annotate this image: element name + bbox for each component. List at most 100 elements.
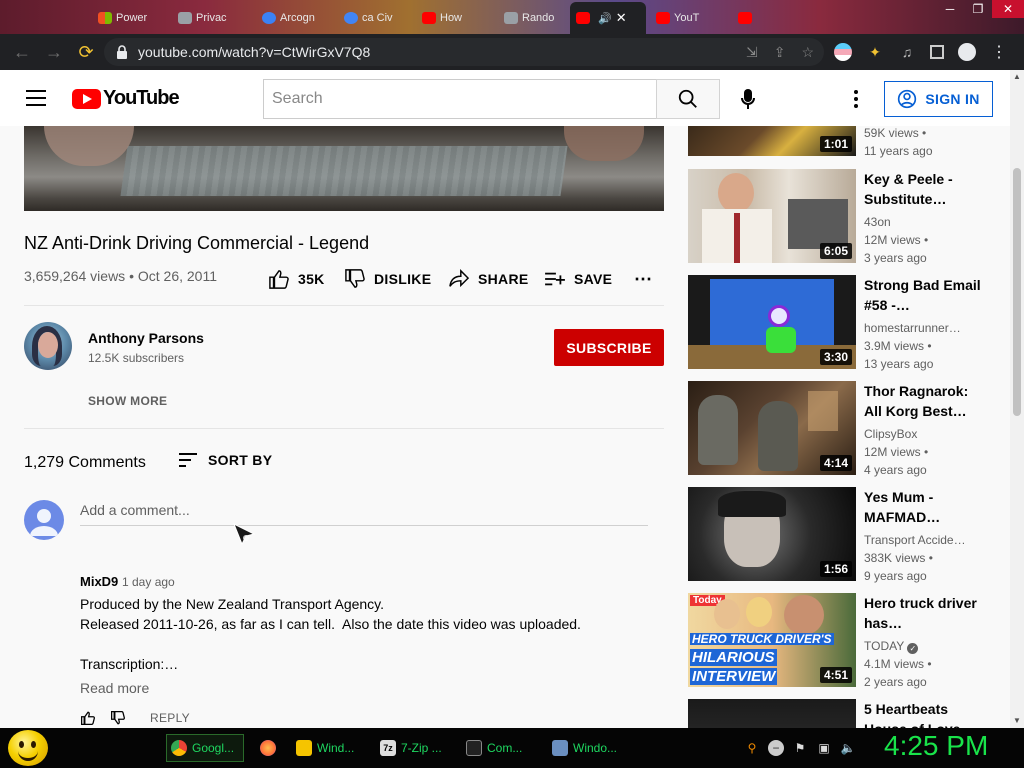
comment-like-icon[interactable] [80, 711, 96, 725]
menu-dots-icon[interactable]: ⋮ [990, 43, 1008, 61]
edge-icon [262, 12, 276, 24]
taskbar-item[interactable] [256, 734, 284, 762]
scroll-up-icon[interactable]: ▲ [1010, 70, 1024, 84]
browser-tab[interactable]: YouT [650, 6, 730, 30]
recommended-video[interactable]: 3:30 Strong Bad Email #58 -… homestarrun… [688, 275, 998, 371]
browser-tab[interactable]: ca Civ [338, 6, 414, 30]
recommended-video[interactable]: 5 Heartbeats House of Love [688, 699, 998, 728]
dislike-button[interactable]: DISLIKE [344, 268, 431, 290]
forward-arrow-icon[interactable]: → [38, 36, 70, 68]
subscribe-button[interactable]: SUBSCRIBE [554, 329, 664, 366]
profile-icon[interactable] [958, 43, 976, 61]
channel-avatar[interactable] [24, 322, 72, 370]
playlist-add-icon [545, 272, 565, 286]
youtube-logo[interactable]: YouTube [72, 87, 180, 110]
subscriber-count: 12.5K subscribers [88, 351, 185, 365]
google-search-icon [344, 12, 358, 24]
more-actions-icon[interactable]: ⋯ [634, 268, 652, 290]
address-bar[interactable]: youtube.com/watch?v=CtWirGxV7Q8 ⇲ ⇪ ☆ [104, 38, 824, 66]
like-button[interactable]: 35K [268, 268, 325, 290]
recommended-video[interactable]: 1:56 Yes Mum - MAFMAD… Transport Accide…… [688, 487, 998, 583]
bookmark-star-icon[interactable]: ☆ [801, 44, 814, 61]
recommended-title: 5 Heartbeats House of Love [864, 701, 960, 728]
browser-tab-active[interactable]: 🔊 ✕ [570, 2, 646, 34]
speaker-icon[interactable]: 🔊 [598, 12, 612, 25]
side-panel-icon[interactable] [930, 45, 944, 59]
close-tab-icon[interactable]: ✕ [616, 10, 627, 26]
video-title: NZ Anti-Drink Driving Commercial - Legen… [24, 233, 370, 253]
video-player[interactable] [24, 126, 664, 211]
youtube-header: YouTube Search SIGN IN [0, 70, 1010, 126]
show-more-button[interactable]: SHOW MORE [88, 394, 167, 408]
share-page-icon[interactable]: ⇪ [774, 44, 786, 61]
page-scrollbar[interactable]: ▲ ▼ [1010, 70, 1024, 728]
window-controls: ─ ❐ ✕ [936, 0, 1024, 20]
minimize-icon[interactable]: ─ [936, 0, 964, 18]
thumbs-up-icon [269, 270, 289, 289]
firefox-icon [260, 740, 276, 756]
start-button-smiley-icon[interactable] [8, 730, 48, 766]
recommended-video[interactable]: 6:05 Key & Peele - Substitute… 43on 12M … [688, 169, 998, 265]
maximize-icon[interactable]: ❐ [964, 0, 992, 18]
youtube-icon [656, 12, 670, 24]
thumbs-down-icon [345, 269, 365, 288]
taskbar-item[interactable]: Windo... [548, 734, 628, 762]
taskbar-item[interactable]: Wind... [292, 734, 364, 762]
sort-icon [179, 453, 197, 467]
recommended-title: Hero truck driver has… [864, 595, 977, 631]
browser-tab[interactable]: How [416, 6, 496, 30]
extension-flag-icon[interactable] [834, 43, 852, 61]
browser-tab[interactable]: Privac [172, 6, 254, 30]
command-prompt-icon [466, 740, 482, 756]
browser-tab[interactable]: Power [92, 6, 170, 30]
comment-text-line: Released 2011-10-26, as far as I can tel… [80, 616, 581, 632]
add-comment-input[interactable]: Add a comment... [80, 502, 648, 526]
privacy-icon [178, 12, 192, 24]
hamburger-menu-icon[interactable] [26, 90, 46, 106]
read-more-link[interactable]: Read more [80, 680, 149, 696]
browser-tab[interactable] [732, 6, 758, 30]
comment-author[interactable]: MixD9 [80, 574, 118, 589]
share-button[interactable]: SHARE [448, 268, 529, 290]
reload-icon[interactable]: ⟳ [70, 36, 102, 68]
browser-toolbar: ← → ⟳ youtube.com/watch?v=CtWirGxV7Q8 ⇲ … [0, 34, 1024, 70]
recommended-video[interactable]: 4:14 Thor Ragnarok: All Korg Best… Clips… [688, 381, 998, 477]
reply-button[interactable]: REPLY [150, 711, 190, 725]
install-app-icon[interactable]: ⇲ [746, 44, 758, 61]
settings-more-icon[interactable] [846, 88, 866, 110]
recommended-video[interactable]: Today HERO TRUCK DRIVER'S HILARIOUS INTE… [688, 593, 998, 689]
question-icon [504, 12, 518, 24]
scroll-down-icon[interactable]: ▼ [1010, 714, 1024, 728]
search-tray-icon[interactable]: ⚲ [744, 740, 760, 756]
search-button[interactable] [656, 79, 720, 119]
taskbar-item[interactable]: 7z 7-Zip ... [376, 734, 452, 762]
voice-search-button[interactable] [733, 84, 763, 114]
taskbar-item[interactable]: Com... [462, 734, 538, 762]
share-arrow-icon [449, 269, 470, 288]
taskbar-item[interactable]: Googl... [166, 734, 244, 762]
browser-tab[interactable]: Rando [498, 6, 568, 30]
browser-tab[interactable]: Arcogn [256, 6, 336, 30]
scrollbar-thumb[interactable] [1013, 168, 1021, 416]
comment-dislike-icon[interactable] [110, 711, 126, 725]
extensions-puzzle-icon[interactable]: ✦ [866, 43, 884, 61]
sign-in-button[interactable]: SIGN IN [884, 81, 993, 117]
microphone-icon [741, 89, 755, 109]
verified-icon: ✓ [907, 643, 919, 654]
media-control-icon[interactable]: ♫ [898, 43, 916, 61]
sort-by-button[interactable]: SORT BY [178, 452, 272, 468]
network-icon[interactable]: ▣ [816, 740, 832, 756]
recommended-video[interactable]: 1:01 59K views • 11 years ago [688, 126, 998, 158]
volume-icon[interactable]: 🔈 [840, 740, 856, 756]
security-flag-icon[interactable]: ⚑ [792, 740, 808, 756]
search-input[interactable]: Search [263, 79, 657, 119]
youtube-icon [422, 12, 436, 24]
taskbar-clock[interactable]: 4:25 PM [884, 730, 988, 762]
save-button[interactable]: SAVE [544, 268, 612, 290]
comment-date[interactable]: 1 day ago [122, 575, 175, 589]
close-window-icon[interactable]: ✕ [992, 0, 1024, 18]
back-arrow-icon[interactable]: ← [6, 36, 38, 68]
status-circle-icon[interactable]: − [768, 740, 784, 756]
channel-name[interactable]: Anthony Parsons [88, 330, 204, 346]
url-text: youtube.com/watch?v=CtWirGxV7Q8 [138, 44, 371, 60]
